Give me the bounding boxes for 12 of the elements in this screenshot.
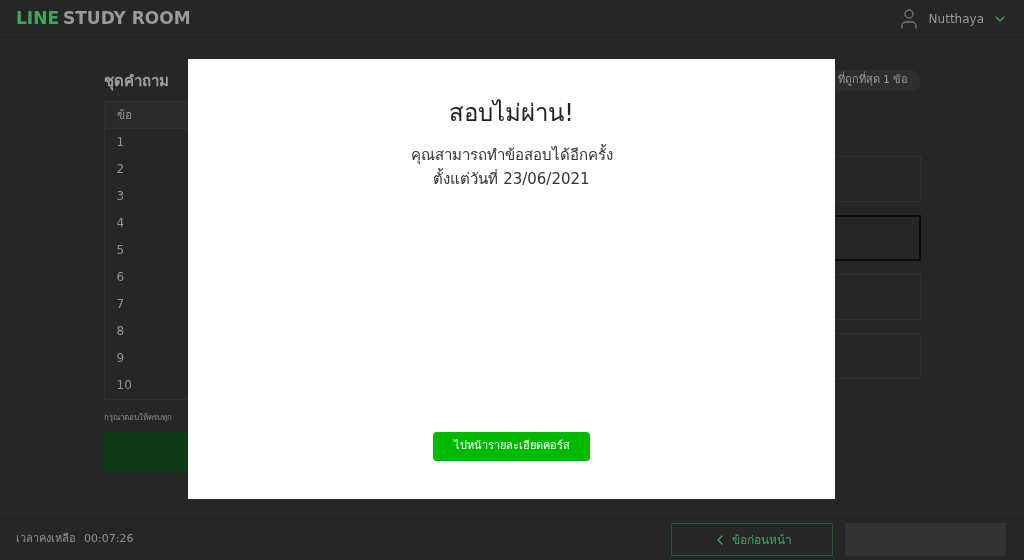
logo-brand: LINE bbox=[16, 6, 59, 30]
user-menu[interactable]: Nutthaya bbox=[896, 6, 1008, 31]
time-label: เวลาคงเหลือ bbox=[16, 531, 76, 548]
dialog-title: สอบไม่ผ่าน! bbox=[449, 98, 574, 129]
dialog-message: ตั้งแต่วันที่ 23/06/2021 bbox=[433, 167, 590, 190]
dialog-message: คุณสามารถทำข้อสอบได้อีกครั้ง bbox=[410, 143, 613, 167]
time-remaining: 00:07:26 bbox=[84, 531, 134, 548]
question-set-title: ชุดคำถาม bbox=[103, 71, 170, 93]
course-details-button[interactable]: ไปหน้ารายละเอียดคอร์ส bbox=[433, 432, 590, 461]
logo-product: STUDY ROOM bbox=[63, 6, 191, 30]
previous-button[interactable]: ข้อก่อนหน้า bbox=[671, 523, 833, 556]
note-text: กรุณาตอบให้ครบทุก bbox=[103, 411, 173, 424]
